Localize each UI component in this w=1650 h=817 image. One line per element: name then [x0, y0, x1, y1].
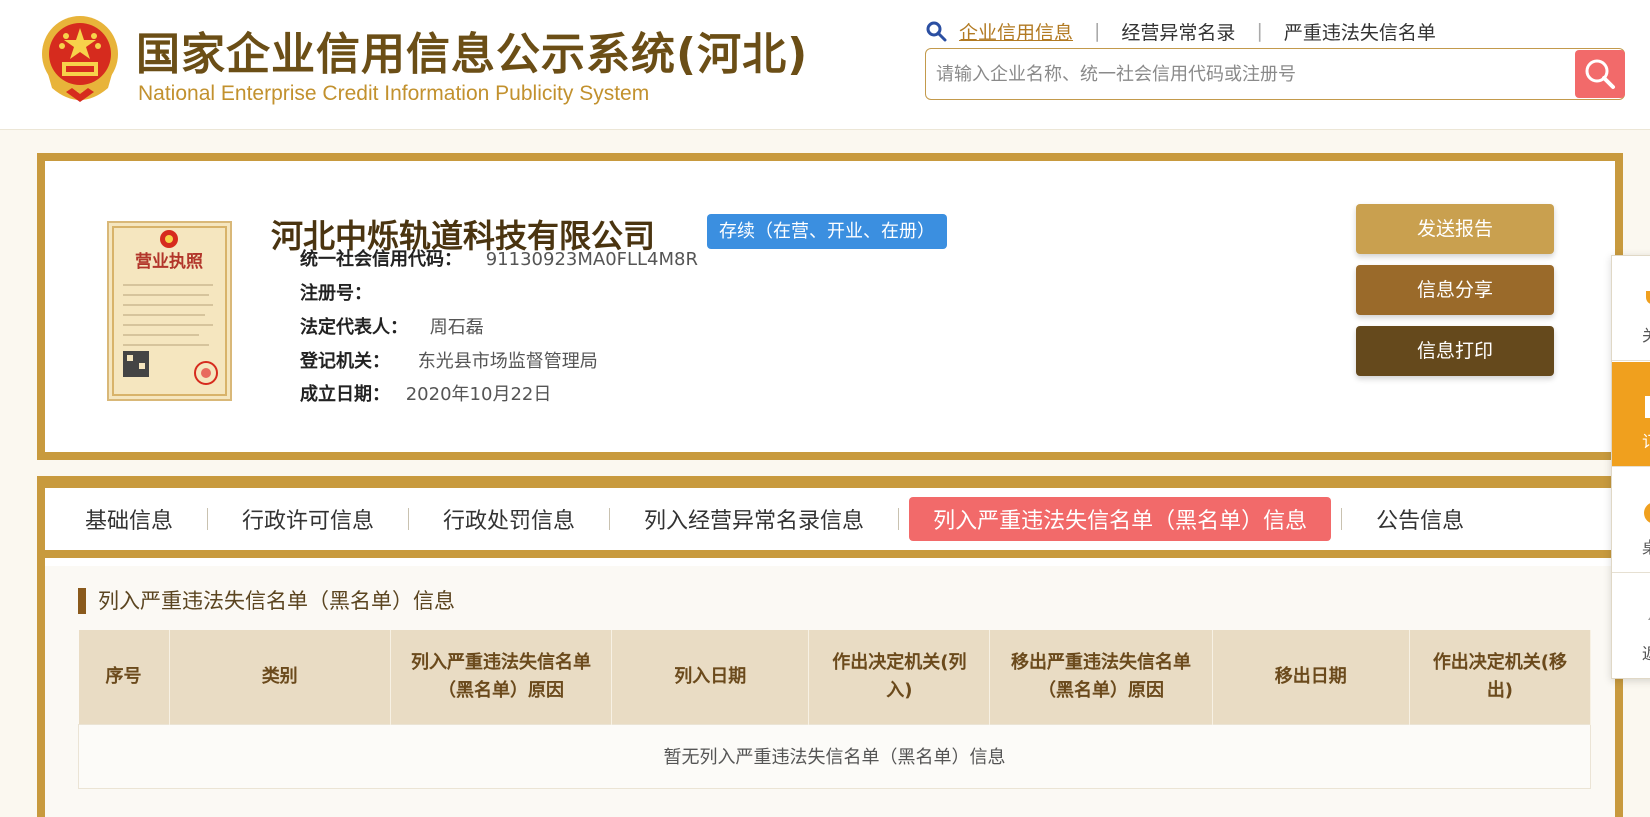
col-header: 类别	[169, 630, 391, 724]
float-item-subscribe[interactable]: 订	[1612, 362, 1650, 467]
col-header: 移出严重违法失信名单（黑名单）原因	[989, 630, 1213, 724]
established-value: 2020年10月22日	[405, 384, 552, 405]
arrow-up-icon	[1648, 617, 1650, 620]
credit-code-row: 统一社会信用代码： 91130923MA0FLL4M8R	[300, 247, 698, 273]
tab-basic-info[interactable]: 基础信息	[61, 497, 197, 541]
tabs-bar: 基础信息 行政许可信息 行政处罚信息 列入经营异常名录信息 列入严重违法失信名单…	[45, 488, 1615, 558]
section-title: 列入严重违法失信名单（黑名单）信息	[78, 588, 455, 614]
col-header: 移出日期	[1212, 630, 1410, 724]
send-report-button[interactable]: 发送报告	[1356, 204, 1554, 254]
col-header: 作出决定机关(移出)	[1409, 630, 1592, 724]
magnifier-icon	[926, 21, 947, 42]
col-header: 列入日期	[611, 630, 810, 724]
document-icon	[1645, 396, 1650, 418]
company-card: 营业执照 河北中烁轨道科技有限公司 存续（在营、开业、在册） 统一社会信用代码：…	[37, 153, 1623, 460]
trophy-icon	[1646, 291, 1650, 304]
legal-rep-value: 周石磊	[429, 317, 484, 338]
search-button[interactable]	[1575, 50, 1625, 98]
status-badge: 存续（在营、开业、在册）	[707, 214, 947, 249]
tab-separator	[609, 508, 611, 530]
circle-icon	[1644, 503, 1650, 523]
tab-announcements[interactable]: 公告信息	[1352, 497, 1488, 541]
nav-blacklist[interactable]: 严重违法失信名单	[1284, 18, 1436, 45]
established-label: 成立日期：	[300, 384, 390, 405]
float-item-back-top[interactable]: 返	[1612, 574, 1650, 679]
credit-code-value: 91130923MA0FLL4M8R	[485, 249, 698, 270]
license-caption: 营业执照	[135, 251, 203, 272]
reg-number-label: 注册号：	[300, 283, 372, 304]
legal-rep-row: 法定代表人： 周石磊	[300, 315, 484, 341]
tab-separator	[1341, 508, 1343, 530]
tab-separator	[898, 508, 900, 530]
nav-separator: |	[1256, 20, 1263, 42]
tab-admin-penalty[interactable]: 行政处罚信息	[419, 497, 599, 541]
site-title: 国家企业信用信息公示系统(河北)	[136, 29, 809, 80]
business-license-image[interactable]: 营业执照	[107, 221, 232, 401]
reg-authority-label: 登记机关：	[300, 351, 390, 372]
tab-separator	[408, 508, 410, 530]
table-header-row: 序号 类别 列入严重违法失信名单（黑名单）原因 列入日期 作出决定机关(列入) …	[78, 630, 1592, 724]
share-info-button[interactable]: 信息分享	[1356, 265, 1554, 315]
reg-authority-value: 东光县市场监督管理局	[417, 351, 598, 372]
float-item-desktop[interactable]: 桌	[1612, 468, 1650, 573]
header: 国家企业信用信息公示系统(河北) National Enterprise Cre…	[0, 0, 1650, 130]
search-box	[925, 48, 1625, 100]
credit-code-label: 统一社会信用代码：	[300, 249, 462, 270]
search-input[interactable]	[936, 49, 1556, 99]
nav-enterprise-credit[interactable]: 企业信用信息	[959, 18, 1073, 45]
search-icon	[1585, 59, 1615, 89]
floating-toolbar: 关 订 桌 返	[1611, 255, 1650, 679]
blacklist-table: 序号 类别 列入严重违法失信名单（黑名单）原因 列入日期 作出决定机关(列入) …	[78, 630, 1592, 789]
national-emblem-icon	[42, 16, 118, 102]
print-info-button[interactable]: 信息打印	[1356, 326, 1554, 376]
col-header: 列入严重违法失信名单（黑名单）原因	[390, 630, 613, 724]
reg-authority-row: 登记机关： 东光县市场监督管理局	[300, 349, 598, 375]
blacklist-section: 列入严重违法失信名单（黑名单）信息 序号 类别 列入严重违法失信名单（黑名单）原…	[45, 566, 1615, 817]
nav-abnormal-list[interactable]: 经营异常名录	[1121, 18, 1235, 45]
nav-separator: |	[1094, 20, 1101, 42]
info-tabs-panel: 基础信息 行政许可信息 行政处罚信息 列入经营异常名录信息 列入严重违法失信名单…	[37, 476, 1623, 817]
legal-rep-label: 法定代表人：	[300, 317, 408, 338]
col-header: 作出决定机关(列入)	[808, 630, 991, 724]
empty-message: 暂无列入严重违法失信名单（黑名单）信息	[78, 723, 1591, 789]
license-document-icon: 营业执照	[112, 226, 227, 396]
tab-admin-license[interactable]: 行政许可信息	[218, 497, 398, 541]
tab-abnormal-list[interactable]: 列入经营异常名录信息	[620, 497, 888, 541]
tab-separator	[207, 508, 209, 530]
col-header: 序号	[78, 630, 170, 724]
established-row: 成立日期： 2020年10月22日	[300, 382, 551, 408]
table-row: 暂无列入严重违法失信名单（黑名单）信息	[78, 723, 1591, 789]
float-item-follow[interactable]: 关	[1612, 256, 1650, 361]
float-item-label: 订	[1642, 428, 1650, 452]
top-nav: 企业信用信息 | 经营异常名录 | 严重违法失信名单	[925, 18, 1436, 44]
tab-blacklist[interactable]: 列入严重违法失信名单（黑名单）信息	[909, 497, 1332, 541]
float-item-label: 返	[1642, 640, 1650, 664]
float-item-label: 桌	[1642, 534, 1650, 558]
reg-number-row: 注册号：	[300, 281, 372, 307]
float-item-label: 关	[1642, 322, 1650, 346]
site-subtitle: National Enterprise Credit Information P…	[138, 82, 650, 105]
